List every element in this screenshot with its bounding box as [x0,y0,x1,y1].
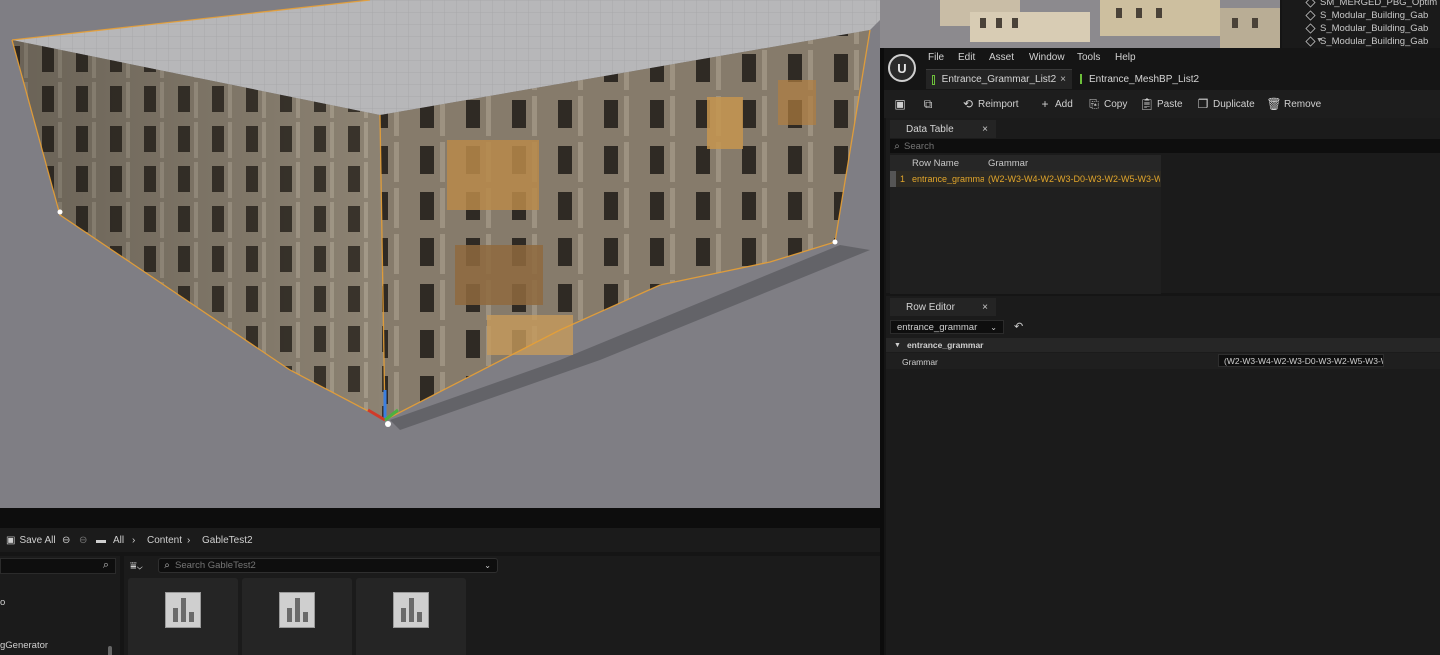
content-browser-tab-strip [0,508,880,528]
save-all-button[interactable]: ▣ Save All [6,535,56,546]
breadcrumb-all[interactable]: All [113,535,124,546]
browse-icon: ⧉ [923,96,933,111]
data-table-icon [932,74,935,85]
breadcrumb-separator-icon: › [187,535,191,546]
data-table-editor: U File Edit Asset Window Tools Help Entr… [880,48,1440,655]
outliner-item[interactable]: S_Modular_Building_Gab [1305,22,1428,35]
data-table-panel-tab[interactable]: Data Table × [890,120,996,138]
outliner-item[interactable]: S_Modular_Building_Gab [1305,9,1428,22]
breadcrumb-content[interactable]: Content [147,535,182,546]
search-icon: ⌕ [102,559,109,571]
reset-icon[interactable]: ↶ [1014,320,1023,333]
plus-icon: + [1041,97,1049,111]
row-editor-panel: Row Editor × entrance_grammar ⌄ ↶ ▼ entr… [886,296,1440,655]
folder-tree-item[interactable]: o [0,597,5,608]
static-mesh-icon [1305,36,1316,47]
breadcrumb-gabletest2[interactable]: GableTest2 [202,535,253,546]
chevron-down-icon[interactable]: ⌄ [484,561,491,570]
add-button[interactable]: + Add [1039,96,1072,112]
menu-help[interactable]: Help [1115,52,1136,63]
data-table-asset-icon [279,592,315,628]
asset-search: ⌕ ⌄ [158,558,498,573]
collapse-arrow-icon: ▼ [894,341,901,349]
property-category[interactable]: ▼ entrance_grammar [886,338,1440,352]
menu-asset[interactable]: Asset [989,52,1014,63]
data-table-asset-icon [393,592,429,628]
static-mesh-icon [1305,0,1316,8]
filter-icon[interactable]: ⩸⌄ [130,560,143,573]
world-outliner: SM_MERGED_PBG_Optim S_Modular_Building_G… [1282,0,1440,48]
close-icon[interactable]: × [982,302,988,313]
column-header-row-name[interactable]: Row Name [912,158,959,169]
row-select-dropdown[interactable]: entrance_grammar ⌄ [890,320,1004,334]
menu-edit[interactable]: Edit [958,52,975,63]
remove-button[interactable]: 🗑︎ Remove [1266,96,1321,112]
copy-icon: ⎘ [1089,96,1099,111]
asset-tile[interactable] [242,578,352,655]
menu-tools[interactable]: Tools [1077,52,1100,63]
close-icon[interactable]: × [982,124,988,135]
search-icon: ⌕ [164,560,170,571]
property-label: Grammar [902,357,938,367]
building-scene [11,0,880,430]
folder-search-input[interactable]: ⌕ [0,558,116,574]
toolbar: ▣ ⧉ ⟲ Reimport + Add ⎘ Copy 📋︎ Paste ❐ D… [884,90,1440,118]
property-row-grammar: Grammar (W2-W3-W4-W2-W3-D0-W3-W2-W5-W3-W… [886,353,1440,369]
trash-icon: 🗑︎ [1266,97,1282,111]
reimport-button[interactable]: ⟲ Reimport [962,96,1019,112]
static-mesh-icon [1305,23,1316,34]
static-mesh-icon [1305,10,1316,21]
row-editor-panel-tab[interactable]: Row Editor × [890,298,996,316]
asset-search-input[interactable] [175,560,475,571]
row-name-cell: entrance_gramma [912,174,984,184]
back-icon[interactable]: ⊖ [62,535,70,546]
menu-bar: File Edit Asset Window Tools Help [884,48,1440,68]
asset-tile[interactable] [356,578,466,655]
row-list [890,171,1161,294]
scrollbar[interactable] [108,646,112,655]
folder-tree: ⌕ o gGenerator [0,556,120,655]
tab-entrance-grammar-list2[interactable]: Entrance_Grammar_List2 × [926,69,1072,89]
content-browser: ▣ Save All ⊖ ⊖ ▬ All › Content › GableTe… [0,508,880,655]
paste-icon: 📋︎ [1139,97,1155,111]
data-table-icon [1080,74,1082,84]
duplicate-button[interactable]: ❐ Duplicate [1197,96,1255,112]
row-search: ⌕ [890,139,1440,153]
forward-icon[interactable]: ⊖ [79,535,87,546]
save-icon: ▣ [6,535,16,546]
duplicate-icon: ❐ [1197,97,1209,111]
row-search-input[interactable] [904,140,1404,152]
content-browser-toolbar: ▣ Save All ⊖ ⊖ ▬ All › Content › GableTe… [0,528,880,552]
row-selection-marker [890,171,896,187]
asset-view: ⩸⌄ ⌕ ⌄ [124,556,880,655]
asset-tile[interactable] [128,578,238,655]
level-viewport[interactable] [0,0,880,508]
copy-button[interactable]: ⎘ Copy [1088,96,1127,112]
close-icon[interactable]: × [1060,74,1066,85]
reimport-icon: ⟲ [962,97,974,111]
chevron-down-icon: ⌄ [990,322,997,332]
table-row[interactable]: 1 entrance_gramma (W2-W3-W4-W2-W3-D0-W3-… [890,171,1161,187]
viewport-thumbnail [880,0,1280,48]
table-header: Row Name Grammar [890,155,1161,171]
save-icon: ▣ [894,97,906,111]
breadcrumb-separator-icon: › [132,535,136,546]
column-header-grammar[interactable]: Grammar [988,158,1028,169]
save-button[interactable]: ▣ [894,96,910,112]
browse-button[interactable]: ⧉ [922,96,938,112]
paste-button[interactable]: 📋︎ Paste [1139,96,1182,112]
outliner-item[interactable]: SM_MERGED_PBG_Optim [1305,0,1437,9]
outliner-item[interactable]: S_Modular_Building_Gab [1305,35,1428,48]
data-table-asset-icon [165,592,201,628]
row-index: 1 [900,174,906,184]
menu-window[interactable]: Window [1029,52,1065,63]
tab-entrance-meshbp-list2[interactable]: Entrance_MeshBP_List2 [1074,69,1204,89]
search-icon: ⌕ [894,140,900,152]
grammar-value-field[interactable]: (W2-W3-W4-W2-W3-D0-W3-W2-W5-W3-W2) [1218,354,1384,367]
folder-tree-item[interactable]: gGenerator [0,640,48,651]
grammar-cell: (W2-W3-W4-W2-W3-D0-W3-W2-W5-W3-W2 [988,174,1160,184]
menu-file[interactable]: File [928,52,944,63]
folder-icon[interactable]: ▬ [96,535,106,546]
data-table-panel: Data Table × ⌕ Row Name Grammar 1 entran… [886,118,1440,294]
